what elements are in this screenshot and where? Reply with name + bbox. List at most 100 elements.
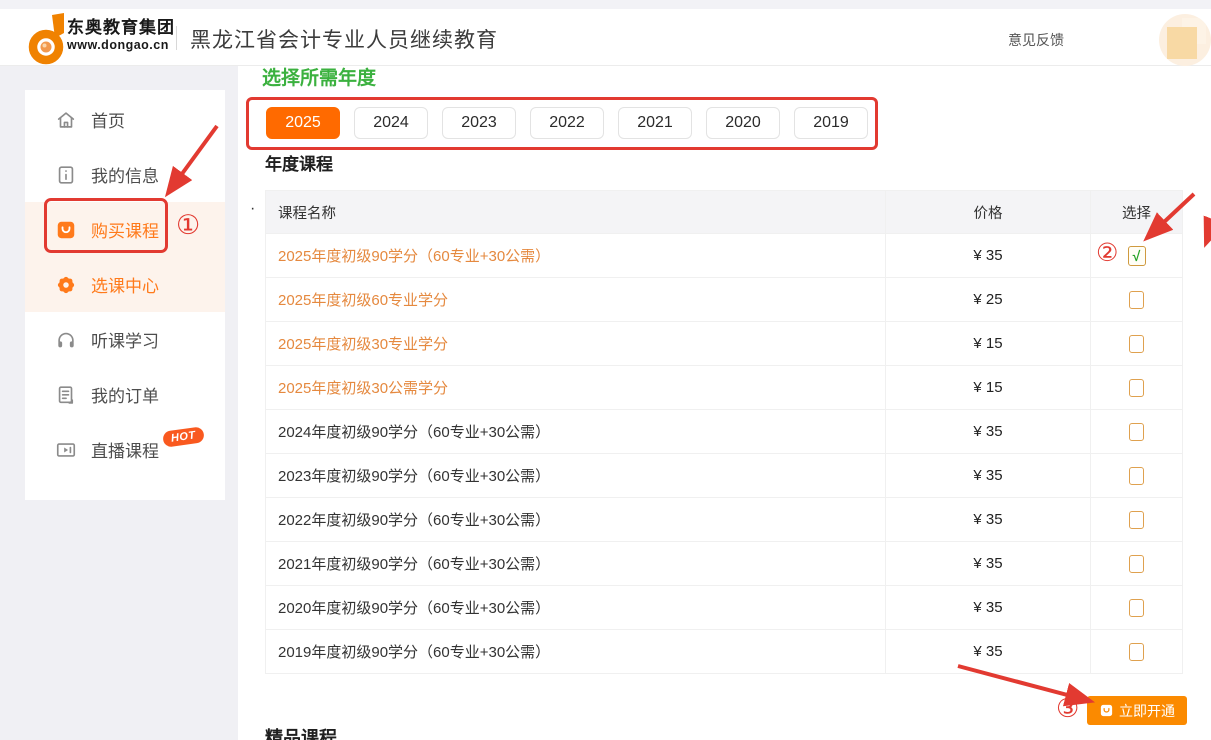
course-checkbox[interactable] xyxy=(1129,379,1144,397)
course-checkbox[interactable] xyxy=(1129,599,1144,617)
course-price: ¥ 15 xyxy=(886,322,1091,365)
headphones-icon xyxy=(55,329,77,351)
sidebar-item-listen-study[interactable]: 听课学习 xyxy=(25,312,225,367)
activate-now-label: 立即开通 xyxy=(1119,701,1175,721)
course-select-cell: √ xyxy=(1091,234,1182,277)
header-divider xyxy=(176,26,177,50)
brand-block[interactable]: 东奥教育集团 www.dongao.cn xyxy=(67,18,175,52)
course-select-cell xyxy=(1091,278,1182,321)
course-price: ¥ 15 xyxy=(886,366,1091,409)
year-tab-2022[interactable]: 2022 xyxy=(530,107,604,139)
column-header-name: 课程名称 xyxy=(266,191,886,233)
year-tab-2020[interactable]: 2020 xyxy=(706,107,780,139)
course-name-link[interactable]: 2022年度初级90学分（60专业+30公需） xyxy=(266,498,886,541)
course-checkbox[interactable] xyxy=(1129,291,1144,309)
course-price: ¥ 35 xyxy=(886,630,1091,673)
dongao-logo-icon[interactable] xyxy=(28,12,66,71)
course-price: ¥ 35 xyxy=(886,542,1091,585)
course-select-cell xyxy=(1091,454,1182,497)
checkmark-icon: √ xyxy=(1133,249,1141,263)
year-tab-2021[interactable]: 2021 xyxy=(618,107,692,139)
feedback-link[interactable]: 意见反馈 xyxy=(1008,30,1064,50)
course-checkbox[interactable] xyxy=(1129,555,1144,573)
course-price: ¥ 35 xyxy=(886,410,1091,453)
stray-bullet: · xyxy=(250,200,255,218)
activate-now-button[interactable]: 立即开通 xyxy=(1087,696,1187,725)
course-name-link[interactable]: 2024年度初级90学分（60专业+30公需） xyxy=(266,410,886,453)
course-checkbox[interactable] xyxy=(1129,467,1144,485)
course-select-cell xyxy=(1091,542,1182,585)
course-checkbox[interactable] xyxy=(1129,335,1144,353)
premium-section-title: 精品课程 xyxy=(265,724,337,740)
sidebar-item-label: 我的信息 xyxy=(91,162,159,187)
avatar[interactable] xyxy=(1159,14,1211,66)
live-video-icon xyxy=(55,439,77,461)
brand-url: www.dongao.cn xyxy=(67,38,175,52)
year-section-title: 选择所需年度 xyxy=(262,63,376,90)
site-header: 东奥教育集团 www.dongao.cn 黑龙江省会计专业人员继续教育 意见反馈 xyxy=(0,9,1211,66)
course-name-link[interactable]: 2023年度初级90学分（60专业+30公需） xyxy=(266,454,886,497)
course-select-cell xyxy=(1091,366,1182,409)
page: 东奥教育集团 www.dongao.cn 黑龙江省会计专业人员继续教育 意见反馈… xyxy=(0,0,1211,740)
home-icon xyxy=(55,109,77,131)
course-name-link[interactable]: 2020年度初级90学分（60专业+30公需） xyxy=(266,586,886,629)
sidebar-item-label: 购买课程 xyxy=(91,217,159,242)
sidebar-item-label: 选课中心 xyxy=(91,272,159,297)
info-doc-icon xyxy=(55,164,77,186)
table-row: 2021年度初级90学分（60专业+30公需）¥ 35 xyxy=(266,542,1182,586)
sidebar: 首页我的信息购买课程选课中心听课学习我的订单直播课程HOT xyxy=(25,90,225,500)
course-name-link[interactable]: 2021年度初级90学分（60专业+30公需） xyxy=(266,542,886,585)
course-select-cell xyxy=(1091,410,1182,453)
avatar-placeholder-inner xyxy=(1167,27,1197,59)
sidebar-item-my-orders[interactable]: 我的订单 xyxy=(25,367,225,422)
year-tab-2023[interactable]: 2023 xyxy=(442,107,516,139)
course-checkbox[interactable] xyxy=(1129,643,1144,661)
sidebar-item-my-info[interactable]: 我的信息 xyxy=(25,147,225,202)
sidebar-item-live-courses[interactable]: 直播课程HOT xyxy=(25,422,225,477)
table-row: 2019年度初级90学分（60专业+30公需）¥ 35 xyxy=(266,630,1182,674)
course-checkbox[interactable] xyxy=(1129,423,1144,441)
sidebar-menu: 首页我的信息购买课程选课中心听课学习我的订单直播课程HOT xyxy=(25,92,225,477)
course-price: ¥ 25 xyxy=(886,278,1091,321)
course-name-link[interactable]: 2025年度初级90学分（60专业+30公需） xyxy=(266,234,886,277)
course-price: ¥ 35 xyxy=(886,454,1091,497)
sidebar-item-course-center[interactable]: 选课中心 xyxy=(25,257,225,312)
table-row: 2025年度初级30专业学分¥ 15 xyxy=(266,322,1182,366)
course-select-cell xyxy=(1091,586,1182,629)
sidebar-item-home[interactable]: 首页 xyxy=(25,92,225,147)
course-checkbox[interactable]: √ xyxy=(1128,246,1146,266)
sidebar-item-label: 直播课程 xyxy=(91,437,159,462)
course-name-link[interactable]: 2025年度初级30公需学分 xyxy=(266,366,886,409)
year-tab-2025[interactable]: 2025 xyxy=(266,107,340,139)
hot-badge: HOT xyxy=(162,426,205,448)
sidebar-item-buy-courses[interactable]: 购买课程 xyxy=(25,202,225,257)
orders-icon xyxy=(55,384,77,406)
table-row: 2025年度初级90学分（60专业+30公需）¥ 35√ xyxy=(266,234,1182,278)
sidebar-item-label: 听课学习 xyxy=(91,327,159,352)
page-title: 黑龙江省会计专业人员继续教育 xyxy=(190,24,498,54)
gear-icon xyxy=(55,274,77,296)
shopping-bag-icon xyxy=(55,219,77,241)
course-select-cell xyxy=(1091,630,1182,673)
course-name-link[interactable]: 2025年度初级30专业学分 xyxy=(266,322,886,365)
course-price: ¥ 35 xyxy=(886,586,1091,629)
course-table: 课程名称 价格 选择 2025年度初级90学分（60专业+30公需）¥ 35√2… xyxy=(265,190,1183,674)
brand-name: 东奥教育集团 xyxy=(67,18,175,38)
table-row: 2020年度初级90学分（60专业+30公需）¥ 35 xyxy=(266,586,1182,630)
shopping-bag-white-icon xyxy=(1099,703,1114,718)
column-header-select: 选择 xyxy=(1091,191,1182,233)
course-select-cell xyxy=(1091,498,1182,541)
sidebar-item-label: 我的订单 xyxy=(91,382,159,407)
page-top-strip xyxy=(0,0,1211,9)
table-row: 2022年度初级90学分（60专业+30公需）¥ 35 xyxy=(266,498,1182,542)
year-tab-2019[interactable]: 2019 xyxy=(794,107,868,139)
course-price: ¥ 35 xyxy=(886,498,1091,541)
course-name-link[interactable]: 2025年度初级60专业学分 xyxy=(266,278,886,321)
table-row: 2025年度初级60专业学分¥ 25 xyxy=(266,278,1182,322)
course-table-header: 课程名称 价格 选择 xyxy=(266,191,1182,234)
table-row: 2025年度初级30公需学分¥ 15 xyxy=(266,366,1182,410)
year-tab-2024[interactable]: 2024 xyxy=(354,107,428,139)
course-name-link[interactable]: 2019年度初级90学分（60专业+30公需） xyxy=(266,630,886,673)
course-checkbox[interactable] xyxy=(1129,511,1144,529)
table-title: 年度课程 xyxy=(265,150,333,175)
